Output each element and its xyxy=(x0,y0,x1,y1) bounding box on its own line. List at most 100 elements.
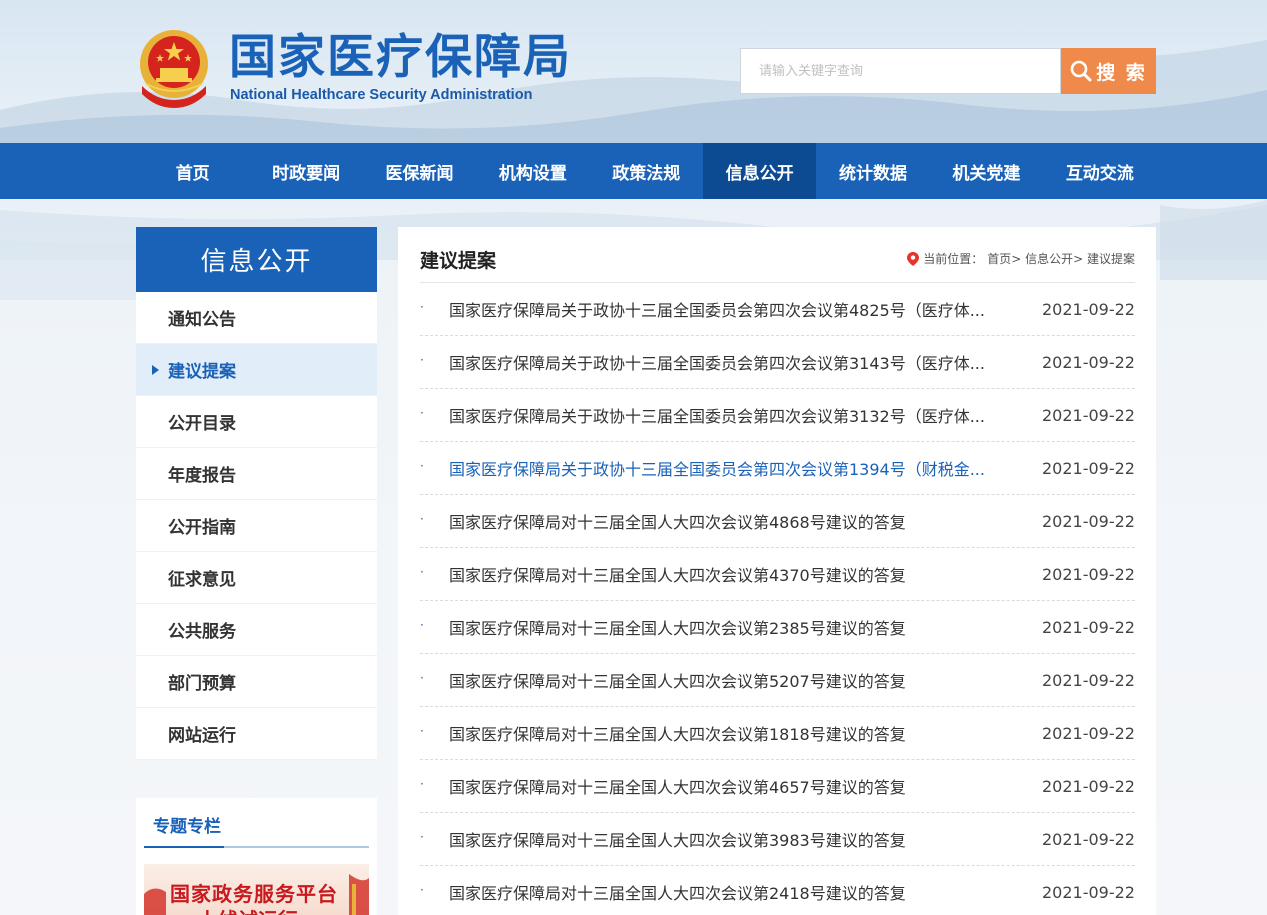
sidebar-item-label: 年度报告 xyxy=(168,466,236,486)
list-item[interactable]: · 国家医疗保障局关于政协十三届全国委员会第四次会议第4825号（医疗体... 20… xyxy=(420,283,1135,336)
list-item[interactable]: · 国家医疗保障局对十三届全国人大四次会议第5207号建议的答复 2021-09-2… xyxy=(420,654,1135,707)
bullet-dot-icon: · xyxy=(420,830,424,844)
sidebar-item-label: 部门预算 xyxy=(168,674,236,694)
list-item-date: 2021-09-22 xyxy=(1042,670,1135,690)
divider-accent xyxy=(144,846,224,848)
nav-item-disclosure[interactable]: 信息公开 xyxy=(702,143,817,199)
site-header: 国家医疗保障局 National Healthcare Security Adm… xyxy=(0,0,1267,143)
list-item[interactable]: · 国家医疗保障局对十三届全国人大四次会议第4868号建议的答复 2021-09-2… xyxy=(420,495,1135,548)
bullet-dot-icon: · xyxy=(420,300,424,314)
list-item-date: 2021-09-22 xyxy=(1042,617,1135,637)
list-item-title[interactable]: 国家医疗保障局对十三届全国人大四次会议第3983号建议的答复 xyxy=(449,827,1009,851)
sidebar-title: 信息公开 xyxy=(136,227,377,292)
sidebar-item-label: 通知公告 xyxy=(168,310,236,330)
site-logo-chinese[interactable]: 国家医疗保障局 xyxy=(229,30,572,86)
list-item[interactable]: · 国家医疗保障局关于政协十三届全国委员会第四次会议第3143号（医疗体... 20… xyxy=(420,336,1135,389)
search-button-label: 搜 索 xyxy=(1096,61,1147,84)
sidebar-item-label: 公开目录 xyxy=(168,414,236,434)
list-item-title[interactable]: 国家医疗保障局对十三届全国人大四次会议第5207号建议的答复 xyxy=(449,668,1009,692)
list-item[interactable]: · 国家医疗保障局对十三届全国人大四次会议第4370号建议的答复 2021-09-2… xyxy=(420,548,1135,601)
list-item[interactable]: · 国家医疗保障局对十三届全国人大四次会议第2418号建议的答复 2021-09-2… xyxy=(420,866,1135,915)
list-item-title[interactable]: 国家医疗保障局关于政协十三届全国委员会第四次会议第3143号（医疗体... xyxy=(449,350,1009,374)
sidebar-item-label: 公共服务 xyxy=(168,622,236,642)
sidebar-item-site-operation[interactable]: 网站运行 xyxy=(136,708,377,760)
bullet-dot-icon: · xyxy=(420,618,424,632)
list-item-title[interactable]: 国家医疗保障局对十三届全国人大四次会议第1818号建议的答复 xyxy=(449,721,1009,745)
list-item-date: 2021-09-22 xyxy=(1042,405,1135,425)
list-item[interactable]: · 国家医疗保障局关于政协十三届全国委员会第四次会议第1394号（财税金... 20… xyxy=(420,442,1135,495)
list-item-title[interactable]: 国家医疗保障局对十三届全国人大四次会议第2385号建议的答复 xyxy=(449,615,1009,639)
sidebar-item-label: 建议提案 xyxy=(168,362,236,382)
breadcrumb-label: 当前位置： xyxy=(923,252,984,266)
nav-item-policy[interactable]: 政策法规 xyxy=(590,143,703,199)
bullet-dot-icon: · xyxy=(420,459,424,473)
sidebar-item-label: 网站运行 xyxy=(168,726,236,746)
list-item[interactable]: · 国家医疗保障局对十三届全国人大四次会议第4657号建议的答复 2021-09-2… xyxy=(420,760,1135,813)
breadcrumb-path[interactable]: 首页> 信息公开> 建议提案 xyxy=(987,250,1135,267)
sidebar-item-label: 公开指南 xyxy=(168,518,236,538)
list-item[interactable]: · 国家医疗保障局关于政协十三届全国委员会第四次会议第3132号（医疗体... 20… xyxy=(420,389,1135,442)
nav-item-organization[interactable]: 机构设置 xyxy=(476,143,589,199)
list-item-title[interactable]: 国家医疗保障局对十三届全国人大四次会议第2418号建议的答复 xyxy=(449,880,1009,904)
list-item-title[interactable]: 国家医疗保障局对十三届全国人大四次会议第4868号建议的答复 xyxy=(449,509,1009,533)
list-item-date: 2021-09-22 xyxy=(1042,458,1135,478)
list-item-date: 2021-09-22 xyxy=(1042,829,1135,849)
banner-text-line1: 国家政务服务平台 xyxy=(170,882,338,906)
sidebar-item-guide[interactable]: 公开指南 xyxy=(136,500,377,552)
bullet-dot-icon: · xyxy=(420,724,424,738)
nav-item-party[interactable]: 机关党建 xyxy=(930,143,1043,199)
nav-item-statistics[interactable]: 统计数据 xyxy=(816,143,929,199)
list-item-title[interactable]: 国家医疗保障局对十三届全国人大四次会议第4370号建议的答复 xyxy=(449,562,1009,586)
sidebar-item-label: 征求意见 xyxy=(168,570,236,590)
list-item[interactable]: · 国家医疗保障局对十三届全国人大四次会议第3983号建议的答复 2021-09-2… xyxy=(420,813,1135,866)
list-item-title[interactable]: 国家医疗保障局关于政协十三届全国委员会第四次会议第3132号（医疗体... xyxy=(449,403,1009,427)
caret-right-icon xyxy=(152,365,159,375)
nav-item-news[interactable]: 医保新闻 xyxy=(363,143,476,199)
main-content: 建议提案 当前位置： 首页> 信息公开> 建议提案 · 国家医疗保障局关于政协十三… xyxy=(398,227,1156,915)
bullet-dot-icon: · xyxy=(420,353,424,367)
list-item-date: 2021-09-22 xyxy=(1042,882,1135,902)
bullet-dot-icon: · xyxy=(420,777,424,791)
list-item-date: 2021-09-22 xyxy=(1042,723,1135,743)
page-title: 建议提案 xyxy=(420,250,497,272)
main-nav: 首页 时政要闻 医保新闻 机构设置 政策法规 信息公开 统计数据 机关党建 互动… xyxy=(0,143,1267,199)
sidebar-item-notices[interactable]: 通知公告 xyxy=(136,292,377,344)
article-list: · 国家医疗保障局关于政协十三届全国委员会第四次会议第4825号（医疗体... 20… xyxy=(420,283,1135,915)
search-button[interactable]: 搜 索 xyxy=(1061,48,1156,94)
bullet-dot-icon: · xyxy=(420,671,424,685)
nav-item-interaction[interactable]: 互动交流 xyxy=(1043,143,1156,199)
main-nav-items: 首页 时政要闻 医保新闻 机构设置 政策法规 信息公开 统计数据 机关党建 互动… xyxy=(136,143,1157,199)
site-logo-english[interactable]: National Healthcare Security Administrat… xyxy=(230,87,532,103)
list-item[interactable]: · 国家医疗保障局对十三届全国人大四次会议第2385号建议的答复 2021-09-2… xyxy=(420,601,1135,654)
sidebar-item-catalog[interactable]: 公开目录 xyxy=(136,396,377,448)
sidebar-item-public-service[interactable]: 公共服务 xyxy=(136,604,377,656)
list-item-date: 2021-09-22 xyxy=(1042,564,1135,584)
bullet-dot-icon: · xyxy=(420,883,424,897)
list-item-title[interactable]: 国家医疗保障局关于政协十三届全国委员会第四次会议第4825号（医疗体... xyxy=(449,297,1009,321)
banner-text-line2: 上线试运行 xyxy=(198,904,298,915)
list-item-date: 2021-09-22 xyxy=(1042,776,1135,796)
national-emblem-icon xyxy=(140,30,208,108)
nav-item-politics[interactable]: 时政要闻 xyxy=(249,143,362,199)
breadcrumb: 当前位置： 首页> 信息公开> 建议提案 xyxy=(907,250,1135,267)
sidebar-item-consultation[interactable]: 征求意见 xyxy=(136,552,377,604)
list-item-title[interactable]: 国家医疗保障局关于政协十三届全国委员会第四次会议第1394号（财税金... xyxy=(449,456,1009,480)
list-item-date: 2021-09-22 xyxy=(1042,299,1135,319)
bullet-dot-icon: · xyxy=(420,512,424,526)
bullet-dot-icon: · xyxy=(420,565,424,579)
sidebar-list: 通知公告 建议提案 公开目录 年度报告 公开指南 征求意见 公共服务 部门预算 … xyxy=(136,292,377,760)
sidebar-item-annual-report[interactable]: 年度报告 xyxy=(136,448,377,500)
bullet-dot-icon: · xyxy=(420,406,424,420)
nav-item-home[interactable]: 首页 xyxy=(136,143,249,199)
search-input[interactable] xyxy=(740,48,1061,94)
sidebar-item-budget[interactable]: 部门预算 xyxy=(136,656,377,708)
sidebar: 信息公开 通知公告 建议提案 公开目录 年度报告 公开指南 征求意见 公共服务 … xyxy=(136,227,377,760)
sidebar-item-proposals[interactable]: 建议提案 xyxy=(136,344,377,396)
gov-service-platform-banner[interactable]: 国家政务服务平台 上线试运行 xyxy=(144,864,369,915)
list-item[interactable]: · 国家医疗保障局对十三届全国人大四次会议第1818号建议的答复 2021-09-2… xyxy=(420,707,1135,760)
special-column-title: 专题专栏 xyxy=(153,817,221,837)
location-pin-icon xyxy=(907,251,920,266)
list-item-date: 2021-09-22 xyxy=(1042,352,1135,372)
list-item-title[interactable]: 国家医疗保障局对十三届全国人大四次会议第4657号建议的答复 xyxy=(449,774,1009,798)
search-icon xyxy=(1070,60,1092,82)
